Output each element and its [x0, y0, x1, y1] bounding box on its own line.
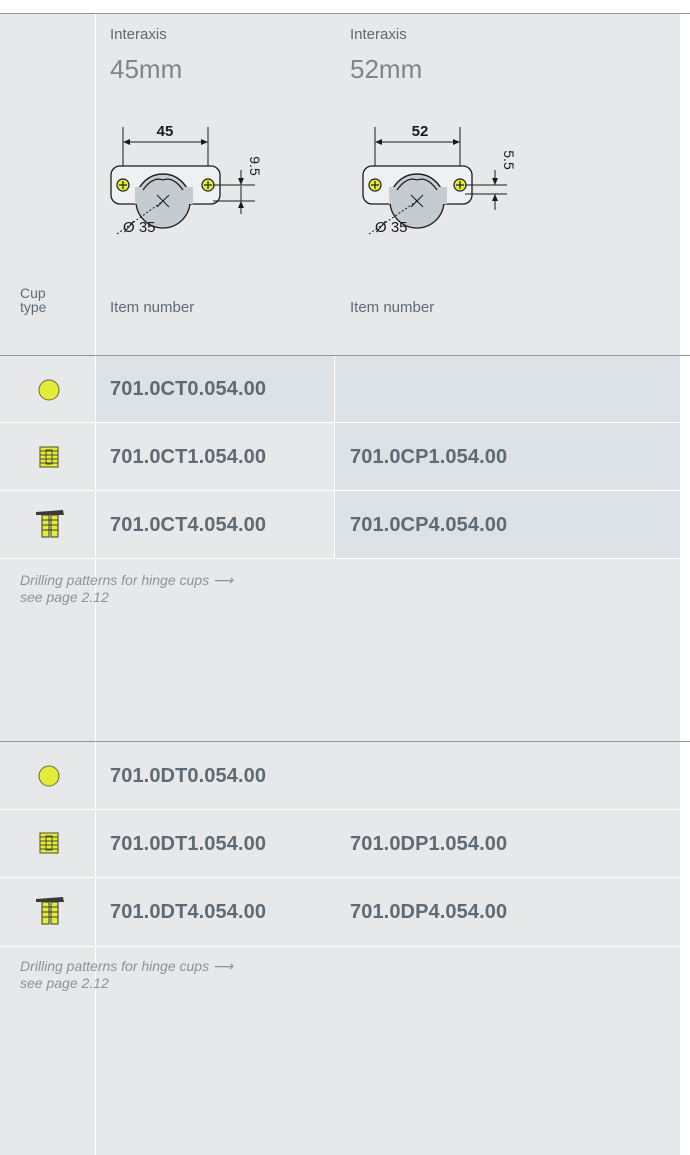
- item-number-header-2: Item number: [350, 299, 435, 316]
- col1-interaxis-value: 45mm: [110, 54, 183, 84]
- row-divider: [0, 490, 680, 491]
- col2-interaxis-label: Interaxis: [350, 26, 407, 43]
- item-number: 701.0DT1.054.00: [110, 833, 267, 855]
- row-divider: [0, 422, 680, 423]
- cup-type-header: Cup type: [20, 286, 46, 314]
- col1-interaxis-label: Interaxis: [110, 26, 167, 43]
- round-cup-icon: [38, 765, 60, 787]
- drilling-note-text: Drilling patterns for hinge cups ⟶: [20, 958, 234, 974]
- drilling-note-2: Drilling patterns for hinge cups ⟶ see p…: [20, 958, 233, 992]
- row-divider: [0, 558, 680, 559]
- screw-flange-cup-icon: [36, 510, 64, 538]
- item-number: 701.0DP1.054.00: [350, 833, 508, 855]
- dim-offset-55: 5.5: [501, 150, 515, 170]
- dim-width-52: 52: [412, 123, 429, 140]
- catalog-page: Interaxis 45mm Interaxis 52mm 45 9.5 Ø 3…: [0, 0, 690, 1155]
- item-number: 701.0CT4.054.00: [110, 514, 267, 536]
- dim-width-45: 45: [157, 123, 174, 140]
- section-rule: [0, 741, 690, 742]
- item-number: 701.0DP4.054.00: [350, 901, 508, 923]
- dim-offset-95: 9.5: [247, 156, 263, 176]
- hinge-diagram-52: 52 5.5 Ø 35: [362, 123, 515, 236]
- drilling-note-page: see page 2.12: [20, 975, 109, 991]
- item-number: 701.0CP4.054.00: [350, 514, 508, 536]
- col2-interaxis-value: 52mm: [350, 54, 423, 84]
- row-divider: [0, 809, 680, 810]
- cup-type-line1: Cup: [20, 285, 46, 301]
- round-cup-icon: [38, 379, 60, 401]
- dowel-cup-icon: [39, 446, 59, 468]
- item-number: 701.0DT0.054.00: [110, 765, 267, 787]
- item-number: 701.0CT1.054.00: [110, 446, 267, 468]
- item-number: 701.0CP1.054.00: [350, 446, 508, 468]
- cup-type-line2: type: [20, 299, 47, 315]
- row-divider: [0, 877, 680, 878]
- drilling-note-text: Drilling patterns for hinge cups ⟶: [20, 572, 234, 588]
- drilling-note-page: see page 2.12: [20, 589, 109, 605]
- diameter-label-1: Ø 35: [123, 219, 156, 236]
- item-number: 701.0CT0.054.00: [110, 378, 267, 400]
- screw-flange-cup-icon: [36, 897, 64, 925]
- drilling-note-1: Drilling patterns for hinge cups ⟶ see p…: [20, 572, 233, 606]
- item-number-header-1: Item number: [110, 299, 195, 316]
- hinge-diagram-45: 45 9.5 Ø 35: [110, 123, 263, 236]
- row-divider: [0, 946, 680, 947]
- dowel-cup-icon: [39, 832, 59, 854]
- item-number: 701.0DT4.054.00: [110, 901, 267, 923]
- diameter-label-2: Ø 35: [375, 219, 408, 236]
- cell-divider: [334, 356, 335, 559]
